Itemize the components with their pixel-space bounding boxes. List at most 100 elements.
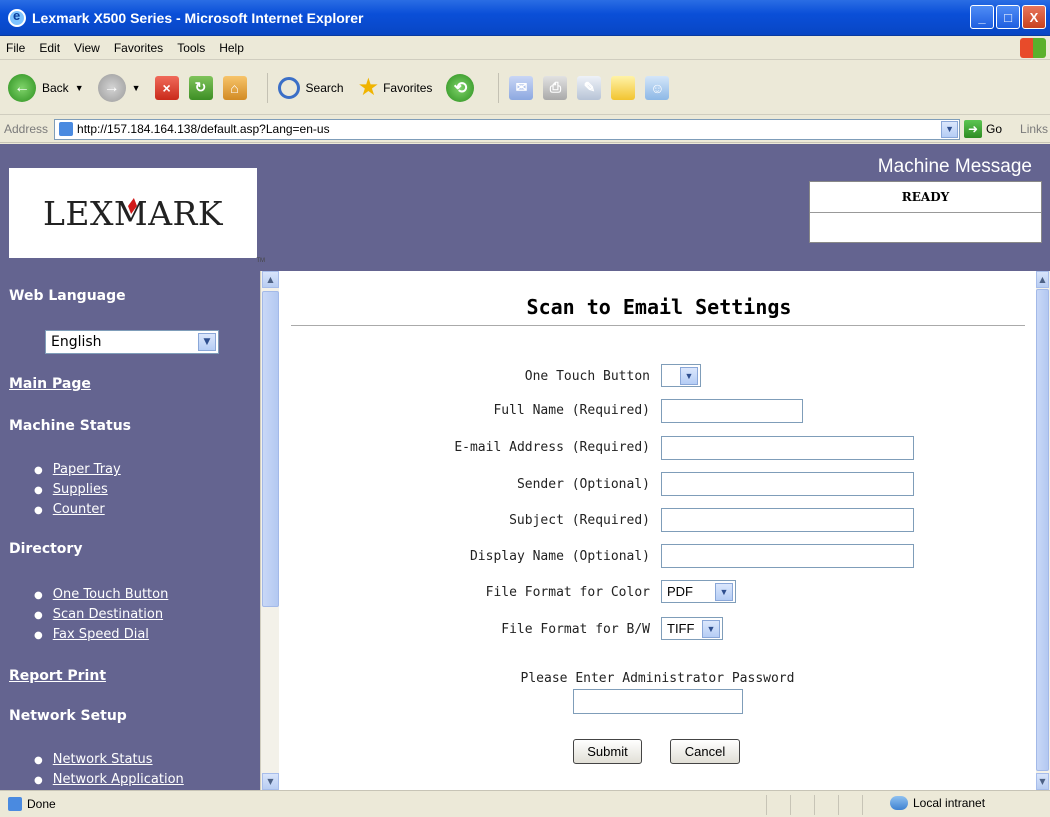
forward-arrow-icon: → bbox=[97, 73, 126, 102]
go-label: Go bbox=[986, 122, 1003, 136]
status-bar: Done Local intranet bbox=[0, 790, 1050, 817]
address-dropdown-icon[interactable]: ▼ bbox=[941, 120, 959, 138]
refresh-icon[interactable]: ↻ bbox=[188, 75, 213, 100]
chevron-down-icon: ▼ bbox=[680, 367, 698, 385]
status-text: Done bbox=[27, 797, 56, 811]
go-button[interactable]: ➜ Go bbox=[964, 120, 1002, 138]
page-done-icon bbox=[8, 797, 22, 811]
display-name-field[interactable] bbox=[661, 544, 914, 568]
sidebar-item-one-touch-button[interactable]: ● One Touch Button bbox=[34, 587, 168, 602]
network-setup-heading: Network Setup bbox=[9, 708, 127, 724]
title-divider bbox=[291, 325, 1025, 326]
sidebar-scrollbar[interactable]: ▲ ▼ bbox=[260, 271, 279, 790]
address-input[interactable]: http://157.184.164.138/default.asp?Lang=… bbox=[54, 118, 961, 140]
search-icon bbox=[277, 76, 300, 99]
web-language-heading: Web Language bbox=[9, 288, 126, 304]
submit-button[interactable]: Submit bbox=[573, 739, 642, 764]
history-icon[interactable]: ⟲ bbox=[446, 73, 475, 102]
language-value: English bbox=[51, 334, 102, 350]
minimize-button[interactable]: _ bbox=[970, 5, 994, 29]
bw-format-label: File Format for B/W bbox=[501, 622, 650, 637]
links-button[interactable]: Links bbox=[1020, 122, 1048, 136]
favorites-label: Favorites bbox=[383, 80, 433, 95]
sidebar-item-network-application[interactable]: ● Network Application bbox=[34, 772, 184, 787]
back-button[interactable]: ← Back ▼ bbox=[8, 73, 84, 102]
print-icon[interactable]: ⎙ bbox=[543, 75, 568, 100]
sender-field[interactable] bbox=[661, 472, 914, 496]
scroll-thumb[interactable] bbox=[1036, 289, 1049, 771]
sidebar-item-network-status[interactable]: ● Network Status bbox=[34, 752, 153, 767]
bw-format-select[interactable]: TIFF ▼ bbox=[661, 617, 723, 640]
color-format-value: PDF bbox=[667, 584, 693, 599]
sidebar: Web Language English ▼ Main Page Machine… bbox=[0, 271, 260, 790]
sidebar-item-scan-destination[interactable]: ● Scan Destination bbox=[34, 607, 163, 622]
chevron-down-icon: ▼ bbox=[715, 583, 733, 601]
go-arrow-icon: ➜ bbox=[964, 120, 983, 138]
stop-icon[interactable]: × bbox=[154, 75, 179, 100]
password-prompt: Please Enter Administrator Password bbox=[520, 671, 795, 686]
home-icon[interactable]: ⌂ bbox=[222, 75, 247, 100]
subject-field[interactable] bbox=[661, 508, 914, 532]
menu-help[interactable]: Help bbox=[219, 41, 244, 55]
display-name-label: Display Name (Optional) bbox=[469, 549, 650, 564]
color-format-label: File Format for Color bbox=[485, 585, 650, 600]
color-format-select[interactable]: PDF ▼ bbox=[661, 580, 736, 603]
scroll-down-icon[interactable]: ▼ bbox=[262, 773, 279, 790]
windows-logo-icon bbox=[1020, 38, 1046, 58]
main-scrollbar[interactable]: ▲ ▼ bbox=[1036, 271, 1050, 790]
report-print-link[interactable]: Report Print bbox=[9, 668, 106, 684]
address-label: Address bbox=[4, 122, 49, 136]
directory-heading: Directory bbox=[9, 541, 83, 557]
favorites-button[interactable]: ★ Favorites bbox=[358, 73, 433, 102]
discuss-icon[interactable] bbox=[611, 75, 636, 100]
messenger-icon[interactable]: ☺ bbox=[645, 75, 670, 100]
main-content: Scan to Email Settings One Touch Button … bbox=[279, 271, 1036, 790]
password-field[interactable] bbox=[573, 689, 743, 714]
bw-format-value: TIFF bbox=[667, 621, 695, 636]
menu-favorites[interactable]: Favorites bbox=[114, 41, 163, 55]
address-url: http://157.184.164.138/default.asp?Lang=… bbox=[77, 122, 330, 136]
close-button[interactable]: X bbox=[1022, 5, 1046, 29]
security-zone: Local intranet bbox=[890, 796, 985, 810]
address-bar: Address http://157.184.164.138/default.a… bbox=[0, 116, 1050, 143]
sidebar-item-fax-speed-dial[interactable]: ● Fax Speed Dial bbox=[34, 627, 149, 642]
menu-file[interactable]: File bbox=[6, 41, 25, 55]
sidebar-item-supplies[interactable]: ● Supplies bbox=[34, 482, 108, 497]
scroll-up-icon[interactable]: ▲ bbox=[1036, 271, 1049, 288]
menu-bar: File Edit View Favorites Tools Help bbox=[0, 36, 1050, 60]
scroll-up-icon[interactable]: ▲ bbox=[262, 271, 279, 288]
window-title-bar: Lexmark X500 Series - Microsoft Internet… bbox=[0, 0, 1050, 36]
forward-button[interactable]: → ▼ bbox=[97, 73, 141, 102]
main-page-link[interactable]: Main Page bbox=[9, 376, 91, 392]
machine-message-status: READY bbox=[810, 182, 1041, 213]
machine-message-box: READY bbox=[809, 181, 1042, 243]
search-label: Search bbox=[305, 80, 344, 95]
mail-icon[interactable]: ✉ bbox=[509, 75, 534, 100]
sidebar-item-counter[interactable]: ● Counter bbox=[34, 502, 105, 517]
menu-tools[interactable]: Tools bbox=[177, 41, 205, 55]
language-select[interactable]: English ▼ bbox=[45, 330, 219, 354]
search-button[interactable]: Search bbox=[277, 76, 344, 99]
intranet-icon bbox=[890, 796, 908, 810]
full-name-field[interactable] bbox=[661, 399, 803, 423]
page-title: Scan to Email Settings bbox=[526, 295, 792, 319]
menu-view[interactable]: View bbox=[74, 41, 100, 55]
cancel-button[interactable]: Cancel bbox=[670, 739, 740, 764]
edit-icon[interactable]: ✎ bbox=[577, 75, 602, 100]
one-touch-select[interactable]: ▼ bbox=[661, 364, 701, 387]
sender-label: Sender (Optional) bbox=[516, 477, 650, 492]
toolbar: ← Back ▼ → ▼ × ↻ ⌂ Search ★ Favorites ⟲ … bbox=[0, 61, 1050, 115]
email-field[interactable] bbox=[661, 436, 914, 460]
scroll-thumb[interactable] bbox=[262, 291, 279, 607]
scroll-down-icon[interactable]: ▼ bbox=[1036, 773, 1049, 790]
page-icon bbox=[59, 122, 74, 136]
email-label: E-mail Address (Required) bbox=[454, 440, 650, 455]
lexmark-logo: LEXMARK TM bbox=[9, 168, 265, 264]
sidebar-item-paper-tray[interactable]: ● Paper Tray bbox=[34, 462, 121, 477]
one-touch-label: One Touch Button bbox=[524, 369, 650, 384]
menu-edit[interactable]: Edit bbox=[39, 41, 60, 55]
maximize-button[interactable]: □ bbox=[996, 5, 1020, 29]
window-title: Lexmark X500 Series - Microsoft Internet… bbox=[32, 9, 364, 26]
zone-label: Local intranet bbox=[913, 796, 986, 810]
chevron-down-icon: ▼ bbox=[198, 333, 216, 351]
